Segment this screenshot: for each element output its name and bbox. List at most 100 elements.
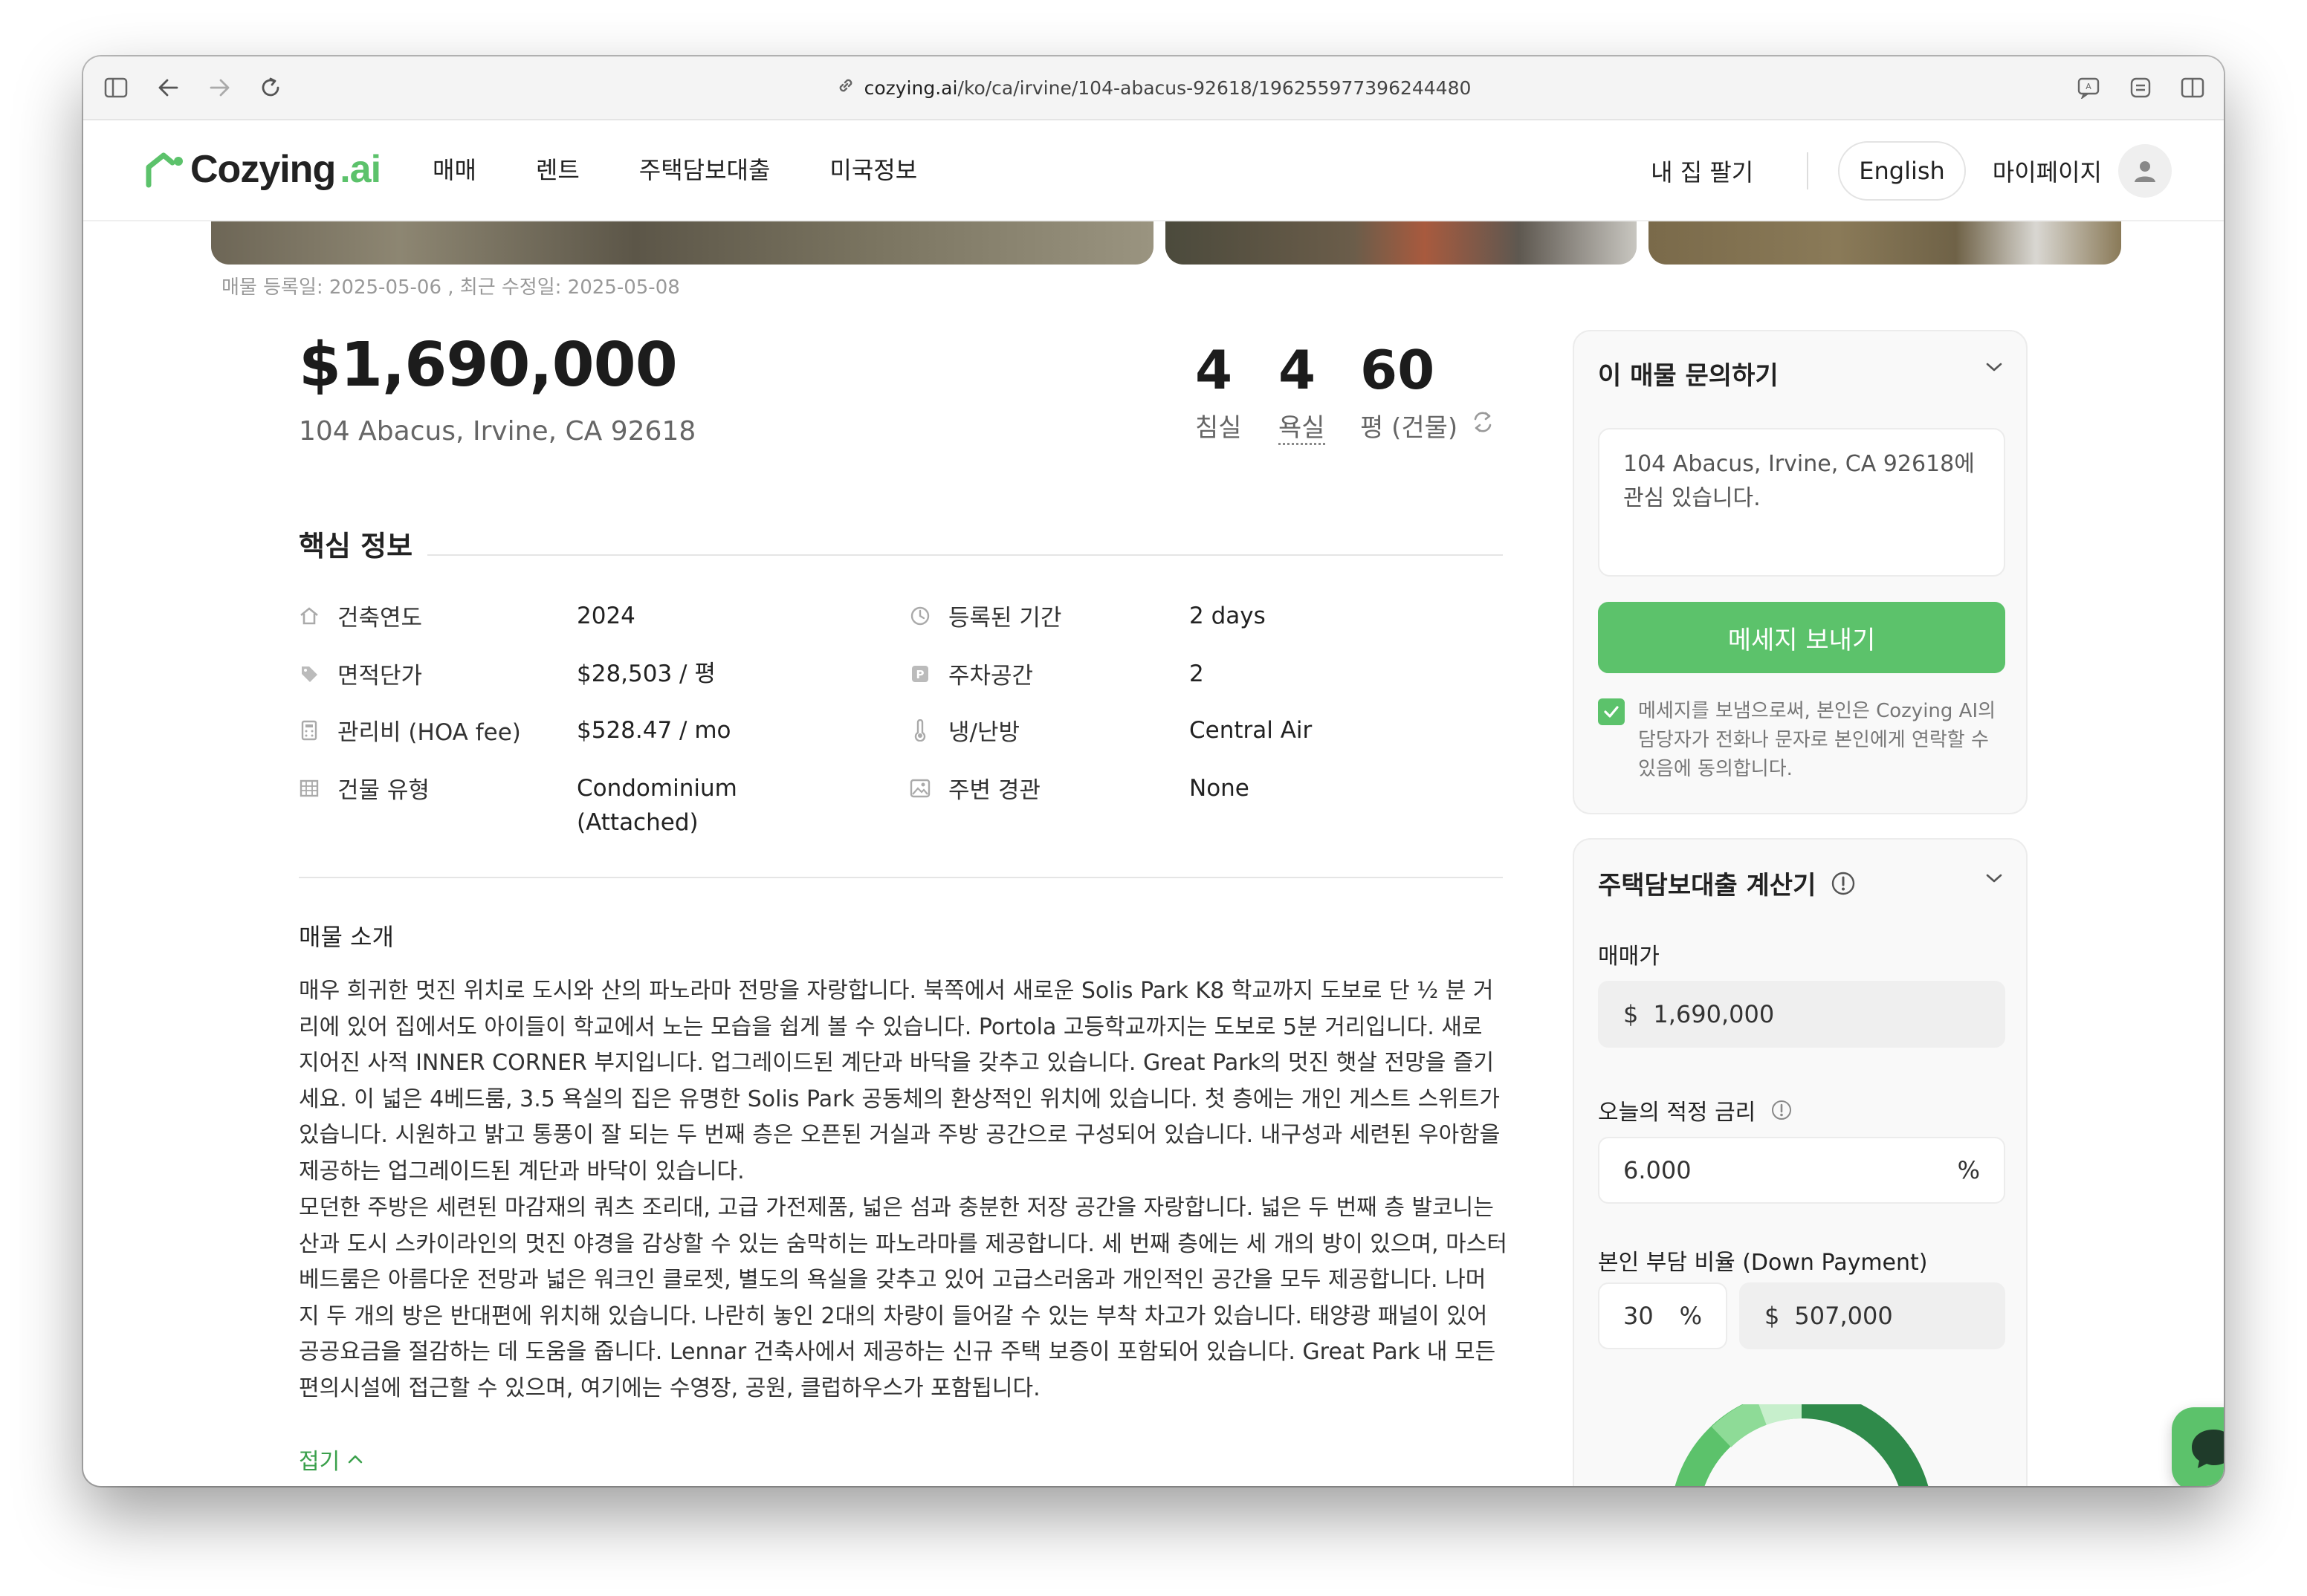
fold-button[interactable]: 접기 xyxy=(299,1443,363,1476)
info-days-listed: 등록된 기간 xyxy=(910,599,1061,632)
description-line: 지 두 개의 방은 반대편에 위치해 있습니다. 나란히 놓인 2대의 차량이 … xyxy=(299,1303,1488,1329)
nav-mortgage[interactable]: 주택담보대출 xyxy=(639,152,771,186)
description-paragraph-1: 매우 희귀한 멋진 위치로 도시와 산의 파노라마 전망을 자랑합니다. 북쪽에… xyxy=(299,973,1509,1190)
thermometer-icon xyxy=(910,718,931,742)
avatar[interactable] xyxy=(2118,144,2172,198)
baths-label[interactable]: 욕실 xyxy=(1278,413,1325,445)
listing-address: 104 Abacus, Irvine, CA 92618 xyxy=(299,416,696,447)
beds-value: 4 xyxy=(1195,339,1233,401)
info-building-type: 건물 유형 xyxy=(299,771,430,805)
url-domain: cozying.ai xyxy=(864,77,958,99)
description-line: 베드룸은 아름다운 전망과 넓은 워크인 클로젯, 별도의 욕실을 갖추고 있어… xyxy=(299,1267,1486,1293)
key-info-title: 핵심 정보 xyxy=(299,523,428,564)
calculator-icon xyxy=(299,720,320,741)
listing-price: $1,690,000 xyxy=(299,330,678,400)
description-line: 산과 도시 스카이라인의 멋진 야경을 감상할 수 있는 숨막히는 파노라마를 … xyxy=(299,1230,1507,1257)
size-label: 평 (건물) xyxy=(1360,413,1458,443)
fold-label: 접기 xyxy=(299,1449,340,1475)
down-amount-value: 507,000 xyxy=(1794,1302,1893,1330)
info-value: 2 xyxy=(1189,661,1204,687)
price-input[interactable]: $ 1,690,000 xyxy=(1598,981,2005,1048)
section-divider xyxy=(299,877,1503,878)
logo[interactable]: Cozying .ai xyxy=(146,147,381,192)
down-percent-value: 30 xyxy=(1623,1302,1654,1330)
rate-label-row: 오늘의 적정 금리 xyxy=(1598,1094,1793,1126)
svg-text:P: P xyxy=(916,668,925,681)
baths-stat: 4 욕실 xyxy=(1278,339,1325,445)
info-icon[interactable] xyxy=(1770,1099,1793,1121)
info-label: 주변 경관 xyxy=(948,777,1041,804)
logo-suffix: .ai xyxy=(340,148,381,191)
description-line: 세요. 이 넓은 4베드룸, 3.5 욕실의 집은 유명한 Solis Park… xyxy=(299,1086,1500,1112)
info-value: 2024 xyxy=(577,603,635,629)
swap-unit-icon[interactable] xyxy=(1471,410,1495,441)
chevron-up-icon xyxy=(348,1455,363,1464)
rate-unit: % xyxy=(1957,1156,1980,1184)
svg-text:A: A xyxy=(2086,82,2091,91)
nav-us-info[interactable]: 미국정보 xyxy=(829,152,917,186)
info-parking: P 주차공간 xyxy=(910,657,1033,690)
description-line: 제공하는 업그레이드된 계단과 바닥이 있습니다. xyxy=(299,1158,745,1184)
info-value: Central Air xyxy=(1189,717,1313,744)
info-value: $528.47 / mo xyxy=(577,717,731,744)
info-label: 관리비 (HOA fee) xyxy=(337,719,521,746)
url-path: /ko/ca/irvine/104-abacus-92618/196255977… xyxy=(957,77,1472,99)
description-line: 매우 희귀한 멋진 위치로 도시와 산의 파노라마 전망을 자랑합니다. 북쪽에… xyxy=(299,978,1494,1004)
size-value: 60 xyxy=(1360,339,1435,401)
header-divider xyxy=(1807,152,1809,189)
description-line: 공공요금을 절감하는 데 도움을 줍니다. Lennar 건축사에서 제공하는 … xyxy=(299,1339,1496,1365)
send-message-button[interactable]: 메세지 보내기 xyxy=(1598,602,2005,673)
chat-button[interactable] xyxy=(2172,1407,2224,1486)
sell-home-link[interactable]: 내 집 팔기 xyxy=(1651,154,1753,188)
info-heating-cooling: 냉/난방 xyxy=(910,713,1020,747)
down-percent-input[interactable]: 30 % xyxy=(1598,1282,1727,1349)
inquiry-title: 이 매물 문의하기 xyxy=(1598,361,1779,391)
description-line: 지어진 사적 INNER CORNER 부지입니다. 업그레이드된 계단과 바닥… xyxy=(299,1050,1495,1076)
info-label: 냉/난방 xyxy=(948,719,1020,746)
inquiry-card: 이 매물 문의하기 104 Abacus, Irvine, CA 92618에 … xyxy=(1573,330,2028,814)
split-view-icon[interactable] xyxy=(2178,73,2207,103)
consent-text: 메세지를 보냄으로써, 본인은 Cozying AI의 담당자가 전화나 문자로… xyxy=(1638,700,1996,780)
info-label: 면적단가 xyxy=(337,663,423,690)
logo-main: Cozying xyxy=(190,148,336,191)
info-price-per-area: 면적단가 xyxy=(299,657,422,690)
description-paragraph-2: 모던한 주방은 세련된 마감재의 쿼츠 조리대, 고급 가전제품, 넓은 섬과 … xyxy=(299,1190,1509,1407)
language-button[interactable]: English xyxy=(1838,141,1966,201)
currency-prefix: $ xyxy=(1623,1000,1639,1028)
payment-donut-chart xyxy=(1675,1404,1929,1486)
chevron-down-icon[interactable] xyxy=(1984,361,2004,376)
price-value: 1,690,000 xyxy=(1653,1000,1775,1028)
info-value: Condominium (Attached) xyxy=(577,775,737,836)
baths-value: 4 xyxy=(1278,339,1316,401)
down-amount-input[interactable]: $ 507,000 xyxy=(1739,1282,2005,1349)
chevron-down-icon[interactable] xyxy=(1984,872,2004,887)
mypage-link[interactable]: 마이페이지 xyxy=(1993,154,2102,188)
description-title: 매물 소개 xyxy=(299,923,394,951)
section-divider xyxy=(299,554,1503,556)
browser-toolbar: cozying.ai/ko/ca/irvine/104-abacus-92618… xyxy=(83,56,2224,120)
info-value: 2 days xyxy=(1189,603,1266,629)
browser-window: cozying.ai/ko/ca/irvine/104-abacus-92618… xyxy=(83,56,2224,1486)
tag-icon xyxy=(299,664,320,684)
rate-input[interactable]: 6.000 % xyxy=(1598,1137,2005,1204)
translate-icon[interactable]: A xyxy=(2074,73,2103,103)
nav-buy[interactable]: 매매 xyxy=(433,152,476,186)
rate-value: 6.000 xyxy=(1623,1156,1692,1184)
info-icon[interactable] xyxy=(1831,871,1856,896)
gallery-photo-3[interactable] xyxy=(1648,221,2121,265)
description-line: 리에 있어 집에서도 아이들이 학교에서 노는 모습을 쉽게 볼 수 있습니다.… xyxy=(299,1013,1483,1040)
nav-rent[interactable]: 렌트 xyxy=(536,152,580,186)
extension-icon[interactable] xyxy=(2126,73,2155,103)
rate-label: 오늘의 적정 금리 xyxy=(1598,1100,1756,1126)
consent-row: 메세지를 보냄으로써, 본인은 Cozying AI의 담당자가 전화나 문자로… xyxy=(1598,697,2005,784)
gallery-photo-main[interactable] xyxy=(211,221,1154,265)
gallery-photo-2[interactable] xyxy=(1165,221,1637,265)
description-line: 모던한 주방은 세련된 마감재의 쿼츠 조리대, 고급 가전제품, 넓은 섬과 … xyxy=(299,1195,1494,1221)
down-payment-label: 본인 부담 비율 (Down Payment) xyxy=(1598,1250,1928,1276)
consent-checkbox[interactable] xyxy=(1598,698,1625,725)
inquiry-message-input[interactable]: 104 Abacus, Irvine, CA 92618에 관심 있습니다. xyxy=(1598,428,2005,577)
down-percent-unit: % xyxy=(1679,1302,1702,1330)
address-bar[interactable]: cozying.ai/ko/ca/irvine/104-abacus-92618… xyxy=(83,73,2224,103)
clock-icon xyxy=(910,606,931,626)
link-icon xyxy=(836,76,855,100)
